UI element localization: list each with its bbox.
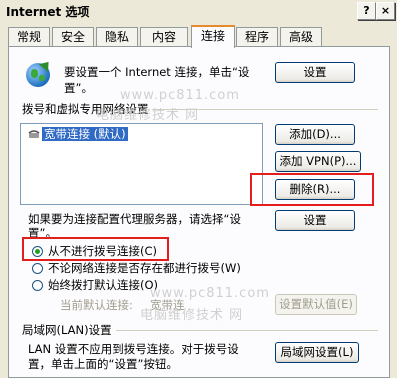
radio-always-dial[interactable]	[32, 280, 43, 291]
watermark-text: www.pc811.com	[120, 88, 240, 103]
tab-privacy[interactable]: 隐私	[96, 27, 138, 46]
lan-text-line2: 置，单击上面的“设置”按钮。	[28, 357, 178, 371]
setup-text-line2: 置”。	[64, 81, 93, 95]
tab-general[interactable]: 常规	[8, 27, 50, 46]
setup-button[interactable]: 设置	[275, 62, 355, 83]
set-default-button[interactable]: 设置默认值(E)	[275, 294, 357, 315]
lan-group-label: 局域网(LAN)设置	[22, 323, 112, 337]
window-title: Internet 选项	[6, 5, 90, 19]
add-vpn-button[interactable]: 添加 VPN(P)...	[275, 151, 361, 172]
highlight-box-never-dial	[22, 237, 169, 261]
list-item-label: 宽带连接 (默认)	[42, 127, 128, 141]
list-item[interactable]: 宽带连接 (默认)	[24, 127, 130, 142]
dialup-connection-icon	[28, 130, 40, 138]
watermark-text: www.pc811.com	[150, 286, 270, 301]
tab-security[interactable]: 安全	[52, 27, 94, 46]
proxy-settings-button[interactable]: 设置	[275, 210, 355, 231]
radio-dial-when-no-network[interactable]	[32, 263, 43, 274]
setup-text-line1: 要设置一个 Internet 连接，单击“设	[64, 65, 250, 79]
group-divider	[116, 330, 378, 331]
watermark-text: 电脑维修技术 网	[140, 308, 244, 323]
connections-list[interactable]: 宽带连接 (默认)	[20, 123, 263, 205]
tab-connections[interactable]: 连接	[191, 25, 235, 48]
tab-programs[interactable]: 程序	[236, 27, 278, 46]
radio-dial-when-no-network-label[interactable]: 不论网络连接是否存在都进行拨号(W)	[48, 260, 241, 276]
lan-text-line1: LAN 设置不应用到拨号连接。对于拨号设	[28, 342, 239, 356]
radio-always-dial-label[interactable]: 始终拨打默认连接(O)	[48, 277, 158, 293]
tab-content[interactable]: 内容	[140, 27, 188, 46]
title-bar: Internet 选项 ? ×	[0, 0, 397, 22]
watermark-text: 电脑维修技术 网	[96, 108, 200, 123]
highlight-box-delete	[250, 173, 374, 206]
current-default-label: 当前默认连接:	[60, 298, 133, 312]
lan-settings-button[interactable]: 局域网设置(L)	[275, 342, 359, 363]
proxy-text-line1: 如果要为连接配置代理服务器，请选择“设	[28, 212, 241, 226]
internet-globe-icon	[26, 58, 54, 87]
help-button[interactable]: ?	[357, 2, 376, 20]
tab-advanced[interactable]: 高级	[280, 27, 322, 46]
add-button[interactable]: 添加(D)...	[275, 124, 355, 145]
close-button[interactable]: ×	[376, 2, 395, 20]
